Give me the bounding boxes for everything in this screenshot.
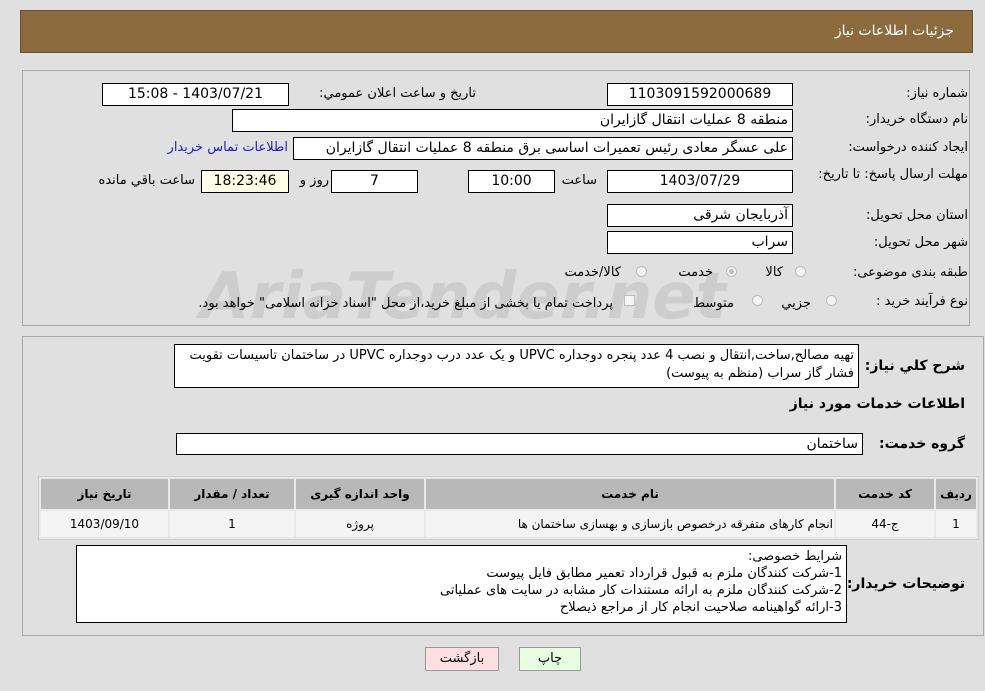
- col-code: کد خدمت: [836, 479, 934, 509]
- buyer-notes-label: توضیحات خریدار:: [846, 576, 965, 592]
- creator-field[interactable]: علی عسگر معادی رئیس تعمیرات اساسی برق من…: [293, 137, 793, 160]
- province-label: استان محل تحویل:: [866, 208, 968, 223]
- city-field[interactable]: سراب: [607, 231, 793, 254]
- remaining-time-field: 18:23:46: [201, 170, 289, 193]
- process-medium-radio[interactable]: [752, 295, 763, 306]
- need-number-label: شماره نیاز:: [906, 86, 968, 101]
- announce-field[interactable]: 1403/07/21 - 15:08: [102, 83, 289, 106]
- cell-qty: 1: [170, 511, 294, 537]
- buyer-org-label: نام دستگاه خریدار:: [865, 112, 968, 127]
- cell-row: 1: [936, 511, 976, 537]
- cell-date: 1403/09/10: [41, 511, 168, 537]
- page-header: جزئیات اطلاعات نیاز: [20, 10, 973, 53]
- deadline-label: مهلت ارسال پاسخ: تا تاریخ:: [818, 167, 968, 182]
- deadline-date-field[interactable]: 1403/07/29: [607, 170, 793, 193]
- category-both-label: کالا/خدمت: [564, 265, 621, 280]
- remaining-label: ساعت باقي مانده: [98, 173, 195, 188]
- category-both-radio[interactable]: [636, 266, 647, 277]
- treasury-payment-note: پرداخت تمام یا بخشی از مبلغ خرید،از محل …: [198, 296, 613, 311]
- page-title: جزئیات اطلاعات نیاز: [834, 23, 954, 39]
- days-field[interactable]: 7: [331, 170, 418, 193]
- category-service-label: خدمت: [678, 265, 713, 280]
- category-service-radio[interactable]: [726, 266, 737, 277]
- creator-label: ایجاد کننده درخواست:: [848, 140, 968, 155]
- service-group-label: گروه خدمت:: [879, 436, 965, 452]
- notes-line: 2-شرکت کنندگان ملزم به ارائه مستندات کار…: [440, 583, 842, 598]
- category-label: طبقه بندی موضوعی:: [852, 265, 968, 280]
- cell-code: ج-44: [836, 511, 934, 537]
- print-button[interactable]: چاپ: [519, 647, 581, 671]
- province-field[interactable]: آذربایجان شرقی: [607, 204, 793, 227]
- table-row: 1 ج-44 انجام کارهای متفرقه درخصوص بازساز…: [41, 511, 976, 537]
- days-label: روز و: [299, 173, 329, 188]
- buyer-notes-textarea[interactable]: شرایط خصوصی: 1-شرکت کنندگان ملزم به قبول…: [76, 545, 847, 623]
- treasury-payment-checkbox[interactable]: [624, 295, 635, 306]
- buyer-contact-link[interactable]: اطلاعات تماس خریدار: [168, 140, 288, 155]
- service-group-field[interactable]: ساختمان: [176, 433, 863, 455]
- category-goods-radio[interactable]: [795, 266, 806, 277]
- city-label: شهر محل تحویل:: [873, 235, 968, 250]
- services-table: ردیف کد خدمت نام خدمت واحد اندازه گیری ت…: [39, 477, 978, 539]
- col-name: نام خدمت: [426, 479, 834, 509]
- col-row: ردیف: [936, 479, 976, 509]
- announce-label: تاریخ و ساعت اعلان عمومي:: [319, 86, 476, 101]
- need-number-field[interactable]: 1103091592000689: [607, 83, 793, 106]
- deadline-time-field[interactable]: 10:00: [468, 170, 555, 193]
- table-header-row: ردیف کد خدمت نام خدمت واحد اندازه گیری ت…: [41, 479, 976, 509]
- buyer-org-field[interactable]: منطقه 8 عملیات انتقال گازایران: [232, 109, 793, 132]
- services-title: اطلاعات خدمات مورد نیاز: [789, 396, 965, 412]
- description-label: شرح كلي نياز:: [864, 358, 965, 374]
- col-date: تاریخ نیاز: [41, 479, 168, 509]
- category-goods-label: کالا: [765, 265, 783, 280]
- description-textarea[interactable]: تهیه مصالح,ساخت,انتقال و نصب 4 عدد پنجره…: [174, 344, 859, 388]
- process-label: نوع فرآیند خرید :: [876, 294, 968, 309]
- back-button[interactable]: بازگشت: [425, 647, 499, 671]
- process-minor-radio[interactable]: [826, 295, 837, 306]
- col-qty: تعداد / مقدار: [170, 479, 294, 509]
- cell-name: انجام کارهای متفرقه درخصوص بازسازی و بهس…: [426, 511, 834, 537]
- notes-line: 3-ارائه گواهینامه صلاحیت انجام کار از مر…: [559, 600, 842, 615]
- time-label: ساعت: [561, 173, 597, 188]
- notes-line: 1-شرکت کنندگان ملزم به قبول قرارداد تعمی…: [486, 566, 842, 581]
- process-minor-label: جزيي: [781, 296, 811, 311]
- process-medium-label: متوسط: [693, 296, 734, 311]
- notes-line: شرایط خصوصی:: [747, 549, 842, 564]
- services-table-wrap: ردیف کد خدمت نام خدمت واحد اندازه گیری ت…: [38, 476, 979, 540]
- cell-unit: پروژه: [296, 511, 424, 537]
- col-unit: واحد اندازه گیری: [296, 479, 424, 509]
